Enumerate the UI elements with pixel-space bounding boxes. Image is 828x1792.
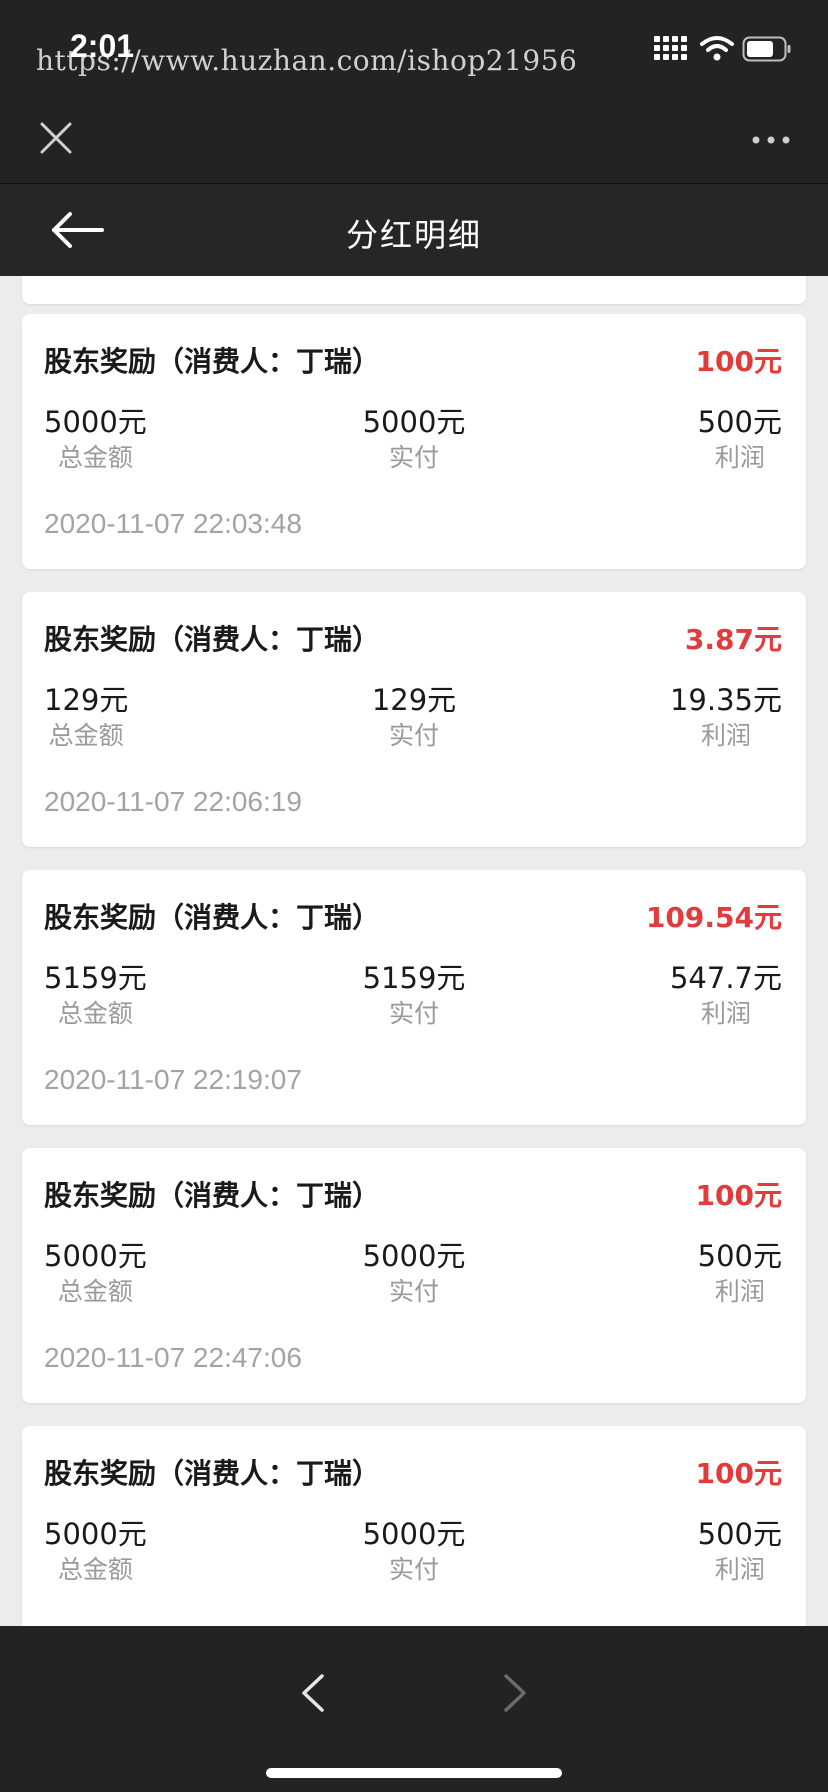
stat-profit-label: 利润	[700, 721, 751, 750]
stat-profit-value: 500元	[697, 405, 782, 439]
stat-profit-value: 500元	[697, 1517, 782, 1551]
stat-paid: 5000元 实付	[22, 1516, 806, 1588]
record-card[interactable]: 股东奖励（消费人：丁瑞） 100元 5000元 总金额 5000元 实付 500…	[22, 1148, 806, 1403]
stat-profit: 500元 利润	[698, 404, 782, 476]
stat-profit-label: 利润	[714, 1277, 765, 1306]
record-card[interactable]: 股东奖励（消费人：丁瑞） 109.54元 5159元 总金额 5159元 实付 …	[22, 870, 806, 1125]
record-title: 股东奖励（消费人：丁瑞）	[44, 623, 381, 656]
record-amount: 109.54元	[645, 901, 782, 934]
record-card[interactable]: 股东奖励（消费人：丁瑞） 100元 5000元 总金额 5000元 实付 500…	[22, 314, 806, 569]
bottom-toolbar	[0, 1626, 828, 1792]
stat-profit: 500元 利润	[698, 1516, 782, 1588]
record-amount: 100元	[695, 1457, 782, 1490]
title-bar: 分红明细	[0, 184, 828, 276]
stat-profit-value: 19.35元	[669, 683, 782, 717]
stat-profit-value: 500元	[697, 1239, 782, 1273]
stat-paid-label: 实付	[388, 1555, 439, 1584]
status-time: 2:01	[70, 28, 135, 64]
stat-paid-label: 实付	[388, 1277, 439, 1306]
record-title: 股东奖励（消费人：丁瑞）	[44, 1457, 381, 1490]
record-card-partial	[22, 276, 806, 304]
stat-paid-label: 实付	[388, 443, 439, 472]
more-icon[interactable]	[750, 128, 792, 152]
signal-icon	[654, 36, 688, 64]
record-amount: 3.87元	[684, 623, 782, 656]
record-time: 2020-11-07 22:47:06	[44, 1342, 302, 1373]
record-list[interactable]: 股东奖励（消费人：丁瑞） 100元 5000元 总金额 5000元 实付 500…	[0, 276, 828, 1626]
record-time: 2020-11-07 22:19:07	[44, 1064, 302, 1095]
wifi-icon	[700, 36, 734, 61]
app-root: https://www.huzhan.com/ishop21956 2:01 分…	[0, 0, 828, 1792]
stat-profit: 19.35元 利润	[670, 682, 782, 754]
home-indicator[interactable]	[266, 1768, 562, 1778]
record-amount: 100元	[695, 345, 782, 378]
stat-profit-label: 利润	[714, 1555, 765, 1584]
browser-chrome: https://www.huzhan.com/ishop21956 2:01	[0, 0, 828, 184]
chevron-left-icon[interactable]	[296, 1670, 330, 1716]
stat-paid-value: 5000元	[362, 405, 466, 439]
record-title: 股东奖励（消费人：丁瑞）	[44, 901, 381, 934]
stat-profit-value: 547.7元	[669, 961, 782, 995]
stat-profit: 547.7元 利润	[670, 960, 782, 1032]
record-title: 股东奖励（消费人：丁瑞）	[44, 345, 381, 378]
battery-icon	[742, 36, 791, 62]
stat-profit-label: 利润	[700, 999, 751, 1028]
stat-paid-value: 5000元	[362, 1239, 466, 1273]
record-card[interactable]: 股东奖励（消费人：丁瑞） 100元 5000元 总金额 5000元 实付 500…	[22, 1426, 806, 1626]
stat-paid-value: 5000元	[362, 1517, 466, 1551]
stat-profit-label: 利润	[714, 443, 765, 472]
stat-profit: 500元 利润	[698, 1238, 782, 1310]
stat-paid: 5000元 实付	[22, 404, 806, 476]
page-title: 分红明细	[345, 216, 482, 254]
record-title: 股东奖励（消费人：丁瑞）	[44, 1179, 381, 1212]
record-card[interactable]: 股东奖励（消费人：丁瑞） 3.87元 129元 总金额 129元 实付 19.3…	[22, 592, 806, 847]
chevron-right-icon[interactable]	[498, 1670, 532, 1716]
record-amount: 100元	[695, 1179, 782, 1212]
stat-paid: 5000元 实付	[22, 1238, 806, 1310]
close-icon[interactable]	[36, 118, 76, 158]
record-time: 2020-11-07 22:06:19	[44, 786, 302, 817]
record-time: 2020-11-07 22:03:48	[44, 508, 302, 539]
